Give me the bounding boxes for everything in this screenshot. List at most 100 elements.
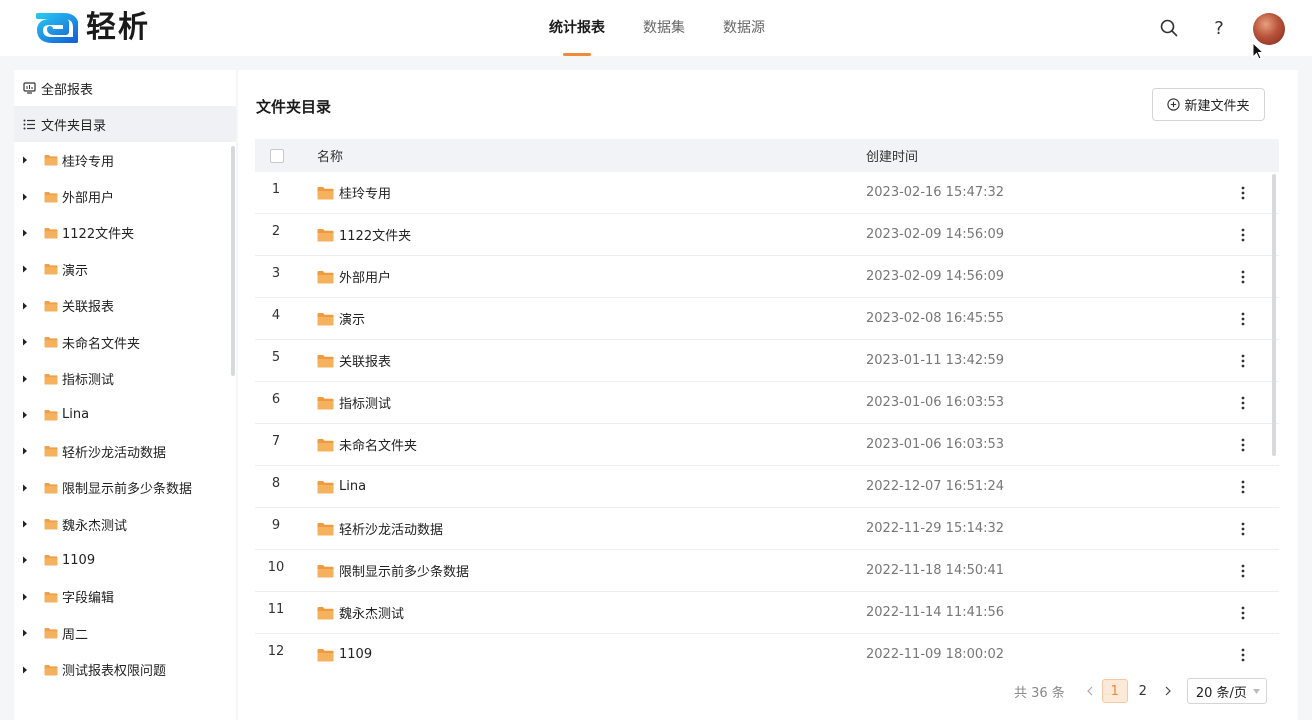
sidebar-tree-item[interactable]: 未命名文件夹 — [14, 324, 236, 360]
folder-name-link[interactable]: 1122文件夹 — [317, 225, 411, 244]
created-time: 2023-01-06 16:03:53 — [866, 437, 1005, 452]
caret-right-icon[interactable] — [22, 447, 28, 455]
column-header-created[interactable]: 创建时间 — [866, 146, 918, 165]
search-icon[interactable] — [1158, 17, 1180, 39]
folder-name-link[interactable]: 外部用户 — [317, 267, 391, 286]
more-actions-icon[interactable] — [1233, 392, 1253, 414]
folder-icon — [317, 480, 334, 493]
sidebar-tree-item[interactable]: Lina — [14, 397, 236, 433]
tab-reports[interactable]: 统计报表 — [549, 0, 605, 56]
tab-datasets[interactable]: 数据集 — [643, 0, 685, 56]
table-row[interactable]: 7 未命名文件夹 2023-01-06 16:03:53 — [255, 424, 1279, 466]
folder-name-link[interactable]: 关联报表 — [317, 351, 391, 370]
more-actions-icon[interactable] — [1233, 308, 1253, 330]
folder-name-link[interactable]: 指标测试 — [317, 393, 391, 412]
sidebar-tree-item[interactable]: 魏永杰测试 — [14, 506, 236, 542]
next-page-icon[interactable] — [1157, 679, 1179, 703]
prev-page-icon[interactable] — [1079, 679, 1101, 703]
sidebar-folder-dir[interactable]: 文件夹目录 — [14, 106, 236, 142]
sidebar-tree-item[interactable]: 1122文件夹 — [14, 215, 236, 251]
more-actions-icon[interactable] — [1233, 434, 1253, 456]
folder-name-link[interactable]: 桂玲专用 — [317, 183, 391, 202]
folder-name-link[interactable]: 限制显示前多少条数据 — [317, 561, 469, 580]
table-row[interactable]: 11 魏永杰测试 2022-11-14 11:41:56 — [255, 592, 1279, 634]
select-all-checkbox[interactable] — [270, 148, 284, 163]
more-actions-icon[interactable] — [1233, 266, 1253, 288]
table-row[interactable]: 1 桂玲专用 2023-02-16 15:47:32 — [255, 172, 1279, 214]
caret-right-icon[interactable] — [22, 265, 28, 273]
folder-icon — [44, 373, 58, 385]
sidebar-tree-item[interactable]: 1109 — [14, 542, 236, 578]
page-2-button[interactable]: 2 — [1130, 679, 1156, 703]
sidebar-tree-item[interactable]: 周二 — [14, 615, 236, 651]
folder-name-link[interactable]: 演示 — [317, 309, 365, 328]
folder-name-link[interactable]: 魏永杰测试 — [317, 603, 404, 622]
folder-name-link[interactable]: 1109 — [317, 647, 372, 662]
sidebar-tree-item[interactable]: 桂玲专用 — [14, 142, 236, 178]
caret-right-icon[interactable] — [22, 193, 28, 201]
more-actions-icon[interactable] — [1233, 182, 1253, 204]
more-actions-icon[interactable] — [1233, 644, 1253, 663]
table-row[interactable]: 8 Lina 2022-12-07 16:51:24 — [255, 466, 1279, 508]
app-logo[interactable]: 轻析 — [36, 12, 150, 44]
sidebar-tree-item[interactable]: 字段编辑 — [14, 579, 236, 615]
table-row[interactable]: 2 1122文件夹 2023-02-09 14:56:09 — [255, 214, 1279, 256]
caret-right-icon[interactable] — [22, 229, 28, 237]
caret-right-icon[interactable] — [22, 520, 28, 528]
sidebar-scrollbar[interactable] — [231, 146, 235, 376]
more-actions-icon[interactable] — [1233, 602, 1253, 624]
more-actions-icon[interactable] — [1233, 518, 1253, 540]
table-row[interactable]: 10 限制显示前多少条数据 2022-11-18 14:50:41 — [255, 550, 1279, 592]
created-time: 2023-02-08 16:45:55 — [866, 311, 1005, 326]
more-actions-icon[interactable] — [1233, 350, 1253, 372]
sidebar-tree-item[interactable]: 关联报表 — [14, 288, 236, 324]
more-actions-icon[interactable] — [1233, 476, 1253, 498]
column-header-name[interactable]: 名称 — [317, 146, 343, 165]
folder-icon — [317, 648, 334, 661]
help-icon[interactable]: ? — [1208, 17, 1230, 39]
sidebar-tree-item[interactable]: 轻析沙龙活动数据 — [14, 433, 236, 469]
table-row[interactable]: 5 关联报表 2023-01-11 13:42:59 — [255, 340, 1279, 382]
page-1-button[interactable]: 1 — [1101, 679, 1128, 703]
main-nav: 统计报表 数据集 数据源 — [549, 0, 803, 56]
new-folder-button[interactable]: 新建文件夹 — [1152, 88, 1265, 121]
page-size-value: 20 条/页 — [1195, 685, 1247, 701]
caret-right-icon[interactable] — [22, 556, 28, 564]
sidebar-all-reports[interactable]: 全部报表 — [14, 70, 236, 106]
table-row[interactable]: 4 演示 2023-02-08 16:45:55 — [255, 298, 1279, 340]
caret-right-icon[interactable] — [22, 302, 28, 310]
table-row[interactable]: 12 1109 2022-11-09 18:00:02 — [255, 634, 1279, 662]
table-row[interactable]: 3 外部用户 2023-02-09 14:56:09 — [255, 256, 1279, 298]
main-panel: 文件夹目录 新建文件夹 名称 创建时间 1 桂玲专用 2023-02-16 15:4… — [238, 70, 1298, 720]
caret-right-icon[interactable] — [22, 156, 28, 164]
caret-right-icon[interactable] — [22, 484, 28, 492]
folder-icon — [317, 564, 334, 577]
folder-icon — [317, 354, 334, 367]
user-avatar[interactable] — [1253, 13, 1285, 45]
more-actions-icon[interactable] — [1233, 560, 1253, 582]
tab-datasources[interactable]: 数据源 — [723, 0, 765, 56]
more-actions-icon[interactable] — [1233, 224, 1253, 246]
sidebar-tree-item[interactable]: 外部用户 — [14, 178, 236, 214]
page-size-select[interactable]: 20 条/页 — [1186, 678, 1267, 704]
folder-table: 名称 创建时间 1 桂玲专用 2023-02-16 15:47:32 2 1122文件夹… — [255, 139, 1279, 662]
caret-right-icon[interactable] — [22, 411, 28, 419]
folder-name-link[interactable]: 轻析沙龙活动数据 — [317, 519, 443, 538]
caret-right-icon[interactable] — [22, 375, 28, 383]
caret-right-icon[interactable] — [22, 666, 28, 674]
caret-right-icon[interactable] — [22, 629, 28, 637]
sidebar-tree-item[interactable]: 演示 — [14, 251, 236, 287]
folder-icon — [44, 482, 58, 494]
table-row[interactable]: 6 指标测试 2023-01-06 16:03:53 — [255, 382, 1279, 424]
table-row[interactable]: 9 轻析沙龙活动数据 2022-11-29 15:14:32 — [255, 508, 1279, 550]
caret-right-icon[interactable] — [22, 338, 28, 346]
folder-name-link[interactable]: 未命名文件夹 — [317, 435, 417, 454]
folder-icon — [44, 155, 58, 166]
table-scrollbar[interactable] — [1272, 174, 1276, 456]
sidebar-tree-item[interactable]: 指标测试 — [14, 360, 236, 396]
sidebar-tree-item[interactable]: 限制显示前多少条数据 — [14, 470, 236, 506]
folder-icon — [317, 522, 334, 535]
folder-name-link[interactable]: Lina — [317, 479, 366, 494]
sidebar-tree-item[interactable]: 测试报表权限问题 — [14, 651, 236, 687]
caret-right-icon[interactable] — [22, 593, 28, 601]
